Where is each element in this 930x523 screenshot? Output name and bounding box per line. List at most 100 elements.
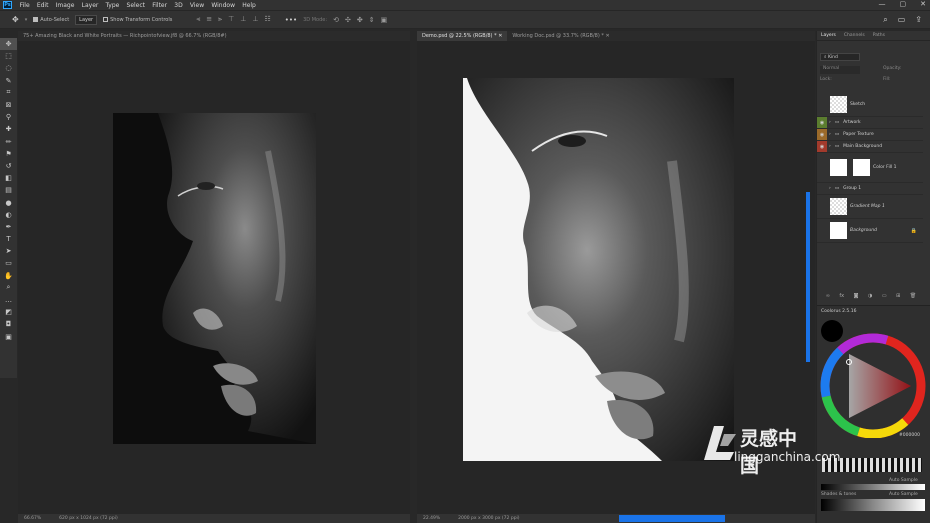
- lasso-icon[interactable]: ◌: [0, 62, 17, 74]
- zoom-level-left[interactable]: 66.67%: [24, 516, 41, 521]
- chevron-down-icon[interactable]: ▾: [25, 17, 28, 23]
- quick-mask-icon[interactable]: ◘: [0, 318, 17, 330]
- menu-select[interactable]: Select: [123, 2, 149, 9]
- adjustment-icon[interactable]: ◑: [868, 293, 872, 301]
- share-icon[interactable]: ⇪: [915, 15, 922, 25]
- marquee-icon[interactable]: ⬚: [0, 50, 17, 62]
- fg-bg-colors[interactable]: ◩: [0, 306, 17, 318]
- frame-icon[interactable]: ⊠: [0, 99, 17, 111]
- auto-select-checkbox[interactable]: Auto-Select: [33, 16, 69, 23]
- menu-help[interactable]: Help: [239, 2, 260, 9]
- menu-edit[interactable]: Edit: [33, 2, 52, 9]
- layer-row[interactable]: Background 🔒: [817, 219, 923, 243]
- gradient-slider-2[interactable]: [821, 499, 925, 511]
- layer-row[interactable]: ◉ › ▭ Paper Texture: [817, 129, 923, 141]
- menu-3d[interactable]: 3D: [171, 2, 187, 9]
- menu-filter[interactable]: Filter: [149, 2, 171, 9]
- tab-document-left[interactable]: 75+ Amazing Black and White Portraits — …: [18, 31, 378, 41]
- align-bottom-icon[interactable]: ⊥: [252, 15, 258, 24]
- type-icon[interactable]: T: [0, 233, 17, 245]
- align-center-icon[interactable]: ≡: [206, 15, 212, 24]
- close-icon[interactable]: ✕: [498, 33, 502, 39]
- link-icon[interactable]: ∞: [826, 293, 830, 301]
- stamp-icon[interactable]: ⚑: [0, 148, 17, 160]
- orbit-3d-icon[interactable]: ⟲: [333, 16, 339, 24]
- chevron-right-icon[interactable]: ›: [829, 144, 831, 149]
- search-icon[interactable]: ⌕: [883, 15, 887, 25]
- layer-row[interactable]: Color Fill 1: [817, 153, 923, 183]
- menu-image[interactable]: Image: [52, 2, 78, 9]
- chevron-right-icon[interactable]: ›: [829, 120, 831, 125]
- menu-type[interactable]: Type: [102, 2, 123, 9]
- chevron-right-icon[interactable]: ›: [829, 132, 831, 137]
- menu-view[interactable]: View: [186, 2, 207, 9]
- eraser-icon[interactable]: ◧: [0, 172, 17, 184]
- drag-3d-icon[interactable]: ✤: [357, 16, 363, 24]
- fx-icon[interactable]: fx: [839, 293, 844, 301]
- hand-icon[interactable]: ✋: [0, 270, 17, 282]
- canvas-left[interactable]: [18, 41, 410, 514]
- zoom-level-right[interactable]: 22.49%: [423, 516, 440, 521]
- align-left-icon[interactable]: ⫷: [196, 15, 200, 24]
- healing-icon[interactable]: ✚: [0, 123, 17, 135]
- mask-icon[interactable]: ◙: [854, 293, 859, 301]
- vertical-scrollbar-thumb[interactable]: [806, 192, 810, 362]
- visibility-eye-icon[interactable]: [817, 219, 827, 242]
- move-tool-icon[interactable]: ✥: [12, 15, 19, 24]
- auto-select-target-dropdown[interactable]: Layer: [75, 14, 98, 25]
- visibility-eye-icon[interactable]: [817, 93, 827, 116]
- menu-file[interactable]: File: [16, 2, 33, 9]
- maximize-button[interactable]: ▢: [900, 0, 907, 8]
- photoshop-logo[interactable]: Ps: [3, 1, 12, 9]
- tab-working-doc[interactable]: Working Doc.psd @ 33.7% (RGB/8) * ✕: [507, 31, 614, 41]
- align-top-icon[interactable]: ⊤: [228, 15, 234, 24]
- layer-row[interactable]: Sketch: [817, 93, 923, 117]
- quick-select-icon[interactable]: ✎: [0, 75, 17, 87]
- auto-sample-label-1[interactable]: Auto Sample: [889, 478, 918, 483]
- eyedropper-icon[interactable]: ⚲: [0, 111, 17, 123]
- tab-paths[interactable]: Paths: [873, 33, 885, 38]
- align-right-icon[interactable]: ⫸: [218, 15, 222, 24]
- gradient-icon[interactable]: ▤: [0, 184, 17, 196]
- color-wheel[interactable]: [819, 326, 927, 438]
- dodge-icon[interactable]: ◐: [0, 209, 17, 221]
- tab-demo[interactable]: Demo.psd @ 22.5% (RGB/8) * ✕: [417, 31, 508, 41]
- minimize-button[interactable]: —: [879, 0, 886, 8]
- layer-row[interactable]: Gradient Map 1: [817, 195, 923, 219]
- visibility-eye-icon[interactable]: ◉: [817, 117, 827, 128]
- blend-mode-dropdown[interactable]: Normal: [820, 66, 860, 74]
- show-transform-checkbox[interactable]: Show Transform Controls: [103, 16, 172, 23]
- trash-icon[interactable]: 🗑: [910, 293, 916, 301]
- menu-layer[interactable]: Layer: [78, 2, 102, 9]
- layer-filter-dropdown[interactable]: ⌕ Kind: [820, 53, 860, 61]
- more-icon[interactable]: …: [0, 294, 17, 306]
- shape-icon[interactable]: ▭: [0, 257, 17, 269]
- gradient-slider-1[interactable]: [821, 484, 925, 490]
- layer-row[interactable]: ◉ › ▭ Main Background: [817, 141, 923, 153]
- auto-sample-label-2[interactable]: Auto Sample: [889, 492, 918, 497]
- distribute-icon[interactable]: ☷: [264, 15, 270, 24]
- layer-row[interactable]: › ▭ Group 1: [817, 183, 923, 195]
- zoom-icon[interactable]: ⌕: [0, 282, 17, 294]
- menu-window[interactable]: Window: [208, 2, 239, 9]
- visibility-eye-icon[interactable]: ◉: [817, 141, 827, 152]
- visibility-eye-icon[interactable]: ◉: [817, 129, 827, 140]
- crop-icon[interactable]: ⌗: [0, 87, 17, 99]
- folder-icon[interactable]: ▭: [882, 293, 887, 301]
- history-brush-icon[interactable]: ↺: [0, 160, 17, 172]
- chevron-right-icon[interactable]: ›: [829, 186, 831, 191]
- workspace-icon[interactable]: ▭: [898, 15, 906, 25]
- hex-readout[interactable]: #000000: [899, 433, 920, 438]
- visibility-eye-icon[interactable]: [817, 195, 827, 218]
- move-icon[interactable]: ✥: [0, 38, 17, 51]
- blur-icon[interactable]: ●: [0, 196, 17, 208]
- close-icon[interactable]: ✕: [605, 33, 609, 39]
- new-layer-icon[interactable]: ⊞: [896, 293, 900, 301]
- pen-icon[interactable]: ✒: [0, 221, 17, 233]
- visibility-eye-icon[interactable]: [817, 153, 827, 182]
- align-middle-icon[interactable]: ⊥: [240, 15, 246, 24]
- brush-icon[interactable]: ✏: [0, 136, 17, 148]
- screen-mode-icon[interactable]: ▣: [0, 331, 17, 343]
- tab-channels[interactable]: Channels: [844, 33, 865, 38]
- close-button[interactable]: ✕: [920, 0, 926, 8]
